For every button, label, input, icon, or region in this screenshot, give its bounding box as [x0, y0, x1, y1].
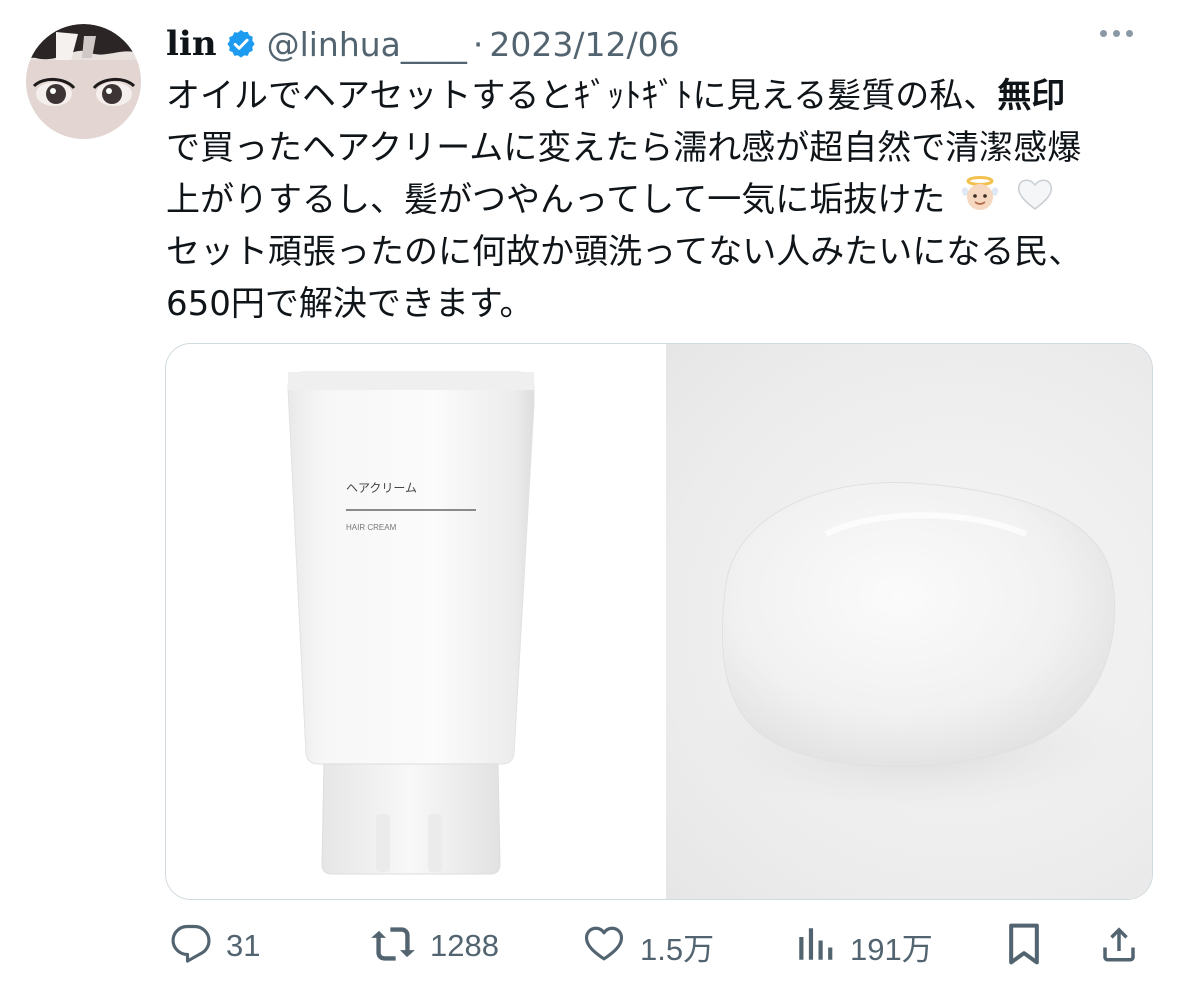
reply-icon [170, 923, 212, 969]
tweet-date[interactable]: 2023/12/06 [489, 25, 679, 64]
tweet-header: lin @linhua____ · 2023/12/06 [166, 22, 680, 66]
avatar[interactable] [26, 24, 141, 139]
tweet-text-line: で買ったヘアクリームに変えたら濡れ感が超自然で清潔感爆 [166, 122, 1166, 174]
tweet-text-segment: 上がりするし、髪がつやんってして一気に垢抜けた [166, 180, 946, 220]
like-count: 1.5万 [640, 931, 715, 967]
separator-dot: · [472, 24, 484, 64]
views-icon [794, 923, 836, 969]
avatar-image [26, 24, 141, 139]
tweet-text: オイルでヘアセットするとｷﾞｯﾄｷﾞﾄに見える髪質の私、無印 で買ったヘアクリー… [166, 70, 1166, 330]
user-handle[interactable]: @linhua____ [267, 25, 467, 64]
media-image-hair-cream-tube[interactable]: ヘアクリーム HAIR CREAM [166, 344, 664, 899]
tweet-text-line: 上がりするし、髪がつやんってして一気に垢抜けた [166, 174, 1166, 226]
reply-button[interactable]: 31 [170, 918, 260, 974]
product-label-jp: ヘアクリーム [346, 481, 417, 495]
reply-count: 31 [226, 928, 261, 963]
retweet-count: 1288 [430, 928, 499, 963]
tweet-media[interactable]: ヘアクリーム HAIR CREAM [165, 343, 1153, 900]
like-button[interactable]: 1.5万 [582, 918, 714, 974]
views-button[interactable]: 191万 [794, 918, 933, 974]
verified-badge-icon [225, 28, 257, 60]
white-heart-emoji-icon [1015, 174, 1055, 229]
tweet-text-line: オイルでヘアセットするとｷﾞｯﾄｷﾞﾄに見える髪質の私、無印 [166, 70, 1166, 122]
heart-icon [582, 923, 626, 969]
views-count: 191万 [850, 931, 933, 967]
more-options-icon[interactable] [1100, 30, 1133, 37]
retweet-icon [370, 923, 416, 969]
share-icon [1098, 922, 1140, 970]
hair-cream-tube-icon: ヘアクリーム HAIR CREAM [287, 371, 535, 875]
media-image-cream-dollop[interactable] [666, 344, 1152, 899]
action-bar: 31 1288 1.5万 191万 [0, 918, 1179, 978]
display-name[interactable]: lin [166, 24, 217, 64]
angel-baby-emoji-icon [960, 174, 1000, 229]
product-label-en: HAIR CREAM [346, 523, 397, 532]
cream-dollop-icon [696, 482, 1136, 814]
share-button[interactable] [1098, 918, 1140, 974]
bookmark-button[interactable] [1004, 918, 1044, 974]
tweet-text-segment: オイルでヘアセットするとｷﾞｯﾄｷﾞﾄに見える髪質の私、 [166, 76, 998, 116]
tweet-text-bold: 無印 [997, 76, 1066, 116]
retweet-button[interactable]: 1288 [370, 918, 499, 974]
tweet-text-segment: で買ったヘアクリームに変えたら濡れ感が超自然で清潔感爆 [166, 128, 1082, 168]
tweet-text-segment: セット頑張ったのに何故か頭洗ってない人みたいになる民、 [166, 232, 1083, 272]
tweet-text-line: セット頑張ったのに何故か頭洗ってない人みたいになる民、 [166, 226, 1166, 278]
tweet-text-line: 650円で解決できます。 [166, 278, 1166, 330]
bookmark-icon [1004, 922, 1044, 970]
tweet-text-segment: 650円で解決できます。 [166, 284, 534, 324]
